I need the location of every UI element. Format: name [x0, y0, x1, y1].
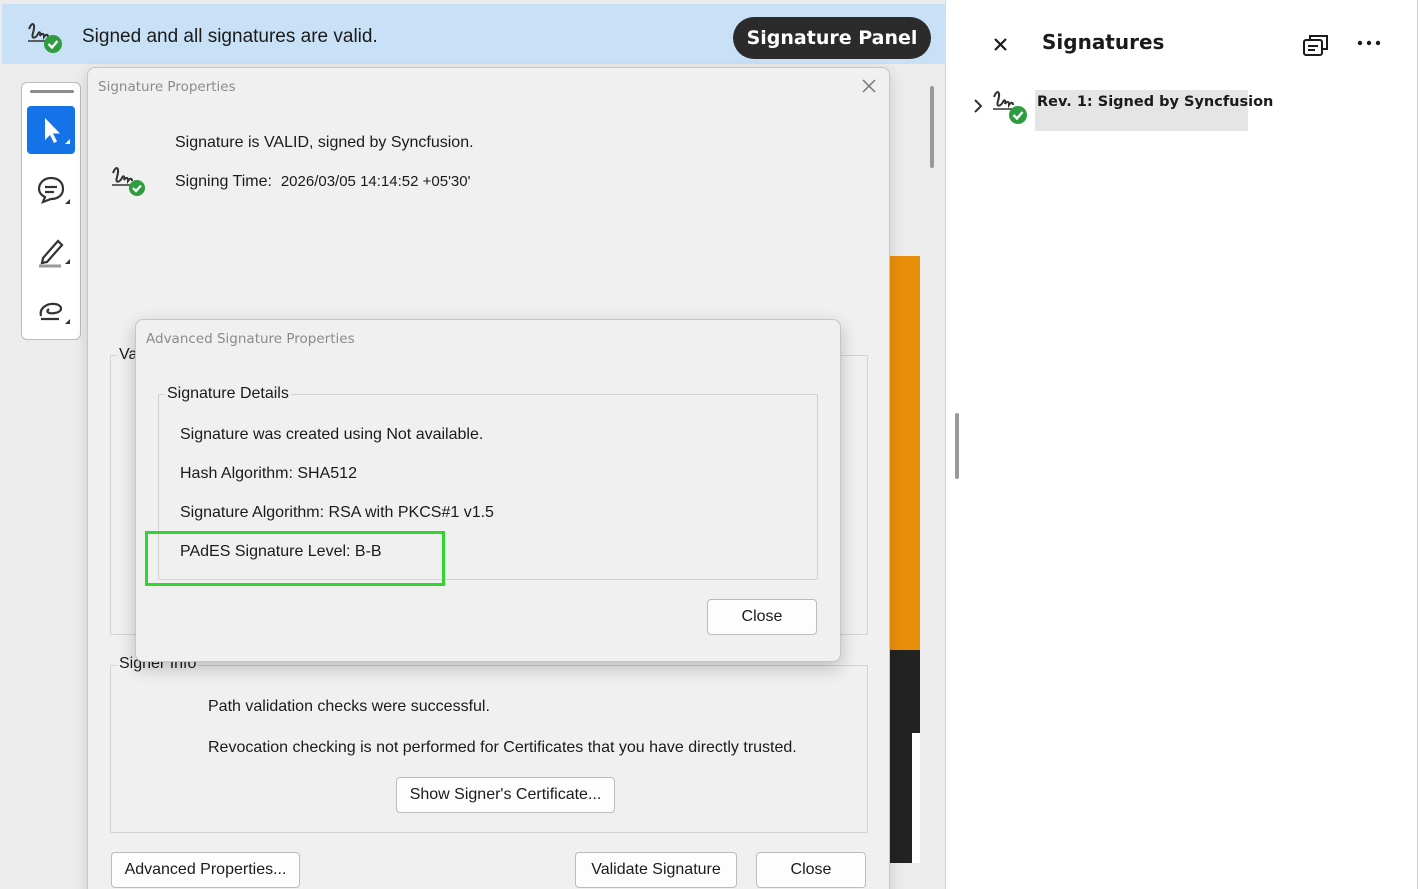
signature-status-banner: Signed and all signatures are valid. Sig…: [2, 4, 946, 64]
signing-time-value: 2026/03/05 14:14:52 +05'30': [280, 173, 471, 190]
validate-signature-button[interactable]: Validate Signature: [575, 852, 737, 888]
signature-valid-icon: [28, 23, 62, 53]
cursor-arrow-icon: [45, 118, 70, 144]
panel-resize-handle[interactable]: [955, 413, 959, 479]
signing-time-label: Signing Time:: [175, 173, 272, 190]
advanced-dialog-title: Advanced Signature Properties: [146, 331, 355, 347]
close-panel-icon[interactable]: [991, 35, 1011, 55]
signature-status-text: Signature is VALID, signed by Syncfusion…: [175, 134, 474, 151]
freehand-draw-icon: [39, 302, 70, 324]
more-options-icon[interactable]: [1356, 35, 1382, 51]
document-page-edge: [912, 733, 920, 863]
show-signer-certificate-button[interactable]: Show Signer's Certificate...: [396, 777, 615, 813]
document-page-content: [889, 256, 920, 650]
path-validation-text: Path validation checks were successful.: [208, 698, 490, 715]
signature-valid-icon: [993, 91, 1027, 124]
revocation-check-text: Revocation checking is not performed for…: [208, 739, 797, 756]
comment-tool-button[interactable]: [27, 166, 75, 214]
comment-icon: [37, 176, 70, 204]
panel-title: Signatures: [1042, 30, 1165, 54]
pades-level-highlight-box: [145, 531, 445, 586]
signature-tree-label[interactable]: Rev. 1: Signed by Syncfusion: [1035, 90, 1273, 131]
signature-options-icon[interactable]: [1301, 31, 1331, 59]
quick-tools-toolbar: [21, 82, 81, 340]
chevron-right-icon[interactable]: [971, 96, 985, 116]
document-area: Signed and all signatures are valid. Sig…: [0, 0, 946, 889]
draw-tool-button[interactable]: [27, 286, 75, 334]
signature-valid-icon: [112, 167, 145, 196]
hash-algorithm-text: Hash Algorithm: SHA512: [180, 465, 357, 482]
signature-panel-button[interactable]: Signature Panel: [733, 17, 931, 59]
creation-method-text: Signature was created using Not availabl…: [180, 426, 484, 443]
document-scrollbar[interactable]: [930, 86, 934, 168]
close-button[interactable]: Close: [756, 852, 866, 888]
signature-tree-item[interactable]: Rev. 1: Signed by Syncfusion: [971, 86, 1273, 132]
advanced-properties-button[interactable]: Advanced Properties...: [111, 852, 300, 888]
dialog-title: Signature Properties: [98, 79, 236, 95]
close-icon[interactable]: [859, 76, 879, 96]
banner-message: Signed and all signatures are valid.: [82, 26, 378, 47]
pen-highlight-icon: [39, 239, 70, 268]
highlight-tool-button[interactable]: [27, 226, 75, 274]
advanced-close-button[interactable]: Close: [707, 599, 817, 635]
window-edge: [1417, 0, 1418, 889]
signature-algorithm-text: Signature Algorithm: RSA with PKCS#1 v1.…: [180, 504, 494, 521]
advanced-signature-properties-dialog: Advanced Signature Properties Signature …: [135, 319, 841, 662]
select-tool-button[interactable]: [27, 106, 75, 154]
signatures-panel: Signatures Rev. 1: Signed by Syncfusion: [947, 0, 1420, 889]
signature-details-group-label: Signature Details: [165, 385, 291, 403]
signing-time: Signing Time: 2026/03/05 14:14:52 +05'30…: [175, 173, 470, 191]
toolbar-grip[interactable]: [30, 90, 74, 93]
